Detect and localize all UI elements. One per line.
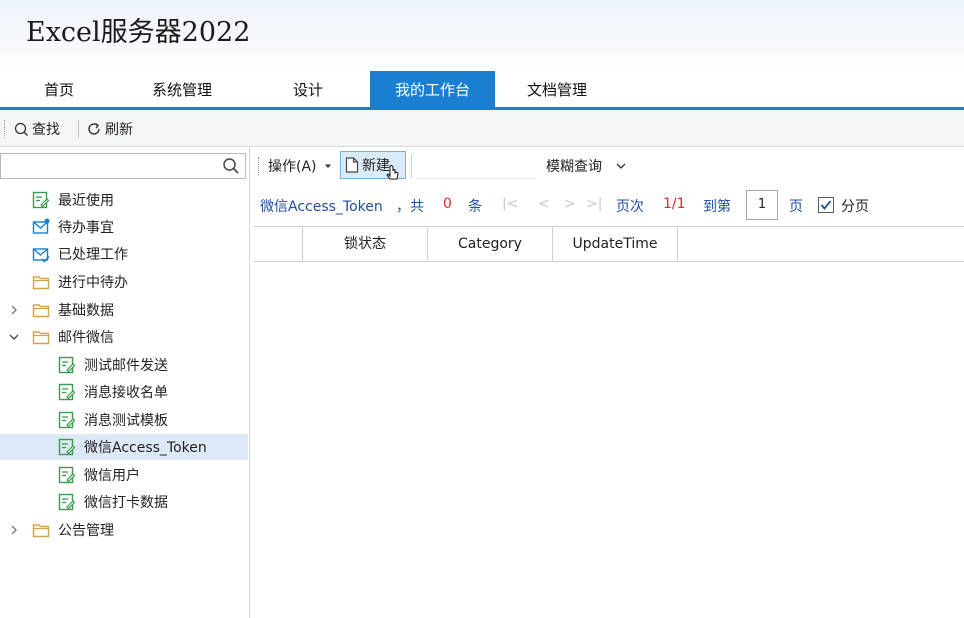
action-bar-grip (258, 157, 260, 175)
goto-suffix: 页 (789, 199, 803, 215)
fuzzy-search-label: 模糊查询 (546, 159, 602, 175)
grid-column-selector[interactable] (254, 227, 303, 262)
sidebar-item-label: 公告管理 (58, 523, 114, 539)
refresh-label: 刷新 (105, 122, 133, 138)
chevron-down-icon[interactable] (7, 330, 21, 344)
sidebar-item-label: 微信Access_Token (84, 440, 207, 456)
tab-home[interactable]: 首页 (0, 71, 118, 107)
grid-column-update-time[interactable]: UpdateTime (553, 227, 678, 262)
sidebar-item-label: 基础数据 (58, 303, 114, 319)
sidebar-item-label: 待办事宜 (58, 220, 114, 236)
chevron-right-icon[interactable] (7, 303, 21, 317)
sidebar-item-label: 微信用户 (84, 468, 140, 484)
action-bar-divider (411, 154, 412, 178)
operation-menu-button[interactable]: 操作(A) (268, 156, 333, 176)
form-edit-icon (32, 191, 50, 209)
sidebar-item-todo[interactable]: 待办事宜 (0, 214, 248, 240)
folder-icon (32, 276, 50, 290)
total-count: 0 (443, 196, 452, 212)
sidebar-item-message-recipients[interactable]: 消息接收名单 (0, 379, 248, 405)
goto-label: 到第 (703, 199, 731, 215)
form-edit-icon (58, 356, 76, 374)
sidebar-item-in-progress[interactable]: 进行中待办 (0, 269, 248, 295)
tree-search-input[interactable] (5, 157, 215, 175)
sidebar-item-label: 已处理工作 (58, 247, 128, 263)
data-grid-header: 锁状态 Category UpdateTime (254, 226, 964, 262)
folder-icon (32, 304, 50, 318)
form-edit-icon (58, 438, 76, 456)
checkmark-icon (820, 200, 832, 210)
sidebar-item-recent[interactable]: 最近使用 (0, 187, 248, 213)
refresh-icon (88, 122, 100, 135)
app-title: Excel服务器2022 (26, 17, 251, 48)
left-panel: 最近使用 待办事宜 已处理工作 进行中待办 基础数据 邮件微信 测试邮件发送 消… (0, 147, 250, 618)
sidebar-item-wechat-checkin-data[interactable]: 微信打卡数据 (0, 489, 248, 515)
sidebar-item-label: 消息测试模板 (84, 413, 168, 429)
grid-column-category[interactable]: Category (428, 227, 553, 262)
pager-bar: 微信Access_Token ，共 0 条 |< < > >| 页次 1/1 到… (252, 190, 964, 220)
sidebar-item-basic-data[interactable]: 基础数据 (0, 297, 248, 323)
find-label: 查找 (32, 122, 60, 138)
search-icon (14, 122, 28, 136)
sidebar-item-label: 微信打卡数据 (84, 495, 168, 511)
sidebar-item-wechat-access-token[interactable]: 微信Access_Token (0, 434, 248, 460)
search-icon[interactable] (222, 157, 240, 175)
new-document-icon (345, 157, 359, 173)
sidebar-item-wechat-users[interactable]: 微信用户 (0, 462, 248, 488)
form-edit-icon (58, 493, 76, 511)
sidebar-item-label: 消息接收名单 (84, 385, 168, 401)
form-edit-icon (58, 383, 76, 401)
form-edit-icon (58, 466, 76, 484)
sidebar-item-mail-wechat[interactable]: 邮件微信 (0, 324, 248, 350)
tab-design[interactable]: 设计 (246, 71, 370, 107)
refresh-button[interactable]: 刷新 (86, 119, 133, 139)
table-name: 微信Access_Token (260, 199, 383, 215)
paging-checkbox[interactable] (818, 197, 834, 213)
page-value: 1/1 (663, 196, 686, 212)
prev-page-button[interactable]: < (538, 196, 550, 212)
sidebar-item-test-mail-send[interactable]: 测试邮件发送 (0, 352, 248, 378)
goto-page-input[interactable]: 1 (746, 190, 778, 220)
sidebar-item-label: 进行中待办 (58, 275, 128, 291)
toolbar-divider (78, 120, 79, 138)
chevron-down-icon (616, 163, 626, 169)
tab-my-workbench[interactable]: 我的工作台 (370, 71, 495, 107)
find-button[interactable]: 查找 (14, 119, 60, 139)
folder-icon (32, 524, 50, 538)
main-toolbar: 查找 刷新 (0, 110, 964, 147)
sidebar-item-label: 邮件微信 (58, 330, 114, 346)
page-label: 页次 (616, 199, 644, 215)
tab-document-management[interactable]: 文档管理 (495, 71, 619, 107)
toolbar-grip (4, 120, 6, 138)
chevron-right-icon[interactable] (7, 523, 21, 537)
sidebar-item-announcements[interactable]: 公告管理 (0, 517, 248, 543)
fuzzy-search-dropdown[interactable]: 模糊查询 (546, 156, 626, 176)
total-suffix: 条 (468, 199, 482, 215)
main-nav: 首页 系统管理 设计 我的工作台 文档管理 (0, 71, 964, 110)
mail-check-icon (32, 248, 50, 263)
first-page-button[interactable]: |< (502, 196, 518, 212)
grid-column-lock-status[interactable]: 锁状态 (303, 227, 428, 262)
total-prefix: ，共 (396, 199, 424, 215)
last-page-button[interactable]: >| (586, 196, 602, 212)
tree-search-box (0, 153, 246, 179)
sidebar-item-label: 最近使用 (58, 193, 114, 209)
filter-input[interactable] (416, 153, 536, 179)
mail-notify-icon (32, 218, 50, 234)
sidebar-item-message-test-template[interactable]: 消息测试模板 (0, 407, 248, 433)
sidebar-item-label: 测试邮件发送 (84, 358, 168, 374)
mouse-cursor-icon (386, 164, 399, 180)
dropdown-arrow-icon (324, 164, 331, 168)
sidebar-item-processed[interactable]: 已处理工作 (0, 241, 248, 267)
paging-label: 分页 (841, 199, 869, 215)
list-action-bar: 操作(A) 新建 模糊查询 (252, 148, 964, 184)
app-header: Excel服务器2022 (0, 0, 964, 71)
folder-icon (32, 331, 50, 345)
next-page-button[interactable]: > (564, 196, 576, 212)
operation-label: 操作(A) (268, 159, 317, 175)
tab-system-management[interactable]: 系统管理 (118, 71, 246, 107)
form-edit-icon (58, 411, 76, 429)
